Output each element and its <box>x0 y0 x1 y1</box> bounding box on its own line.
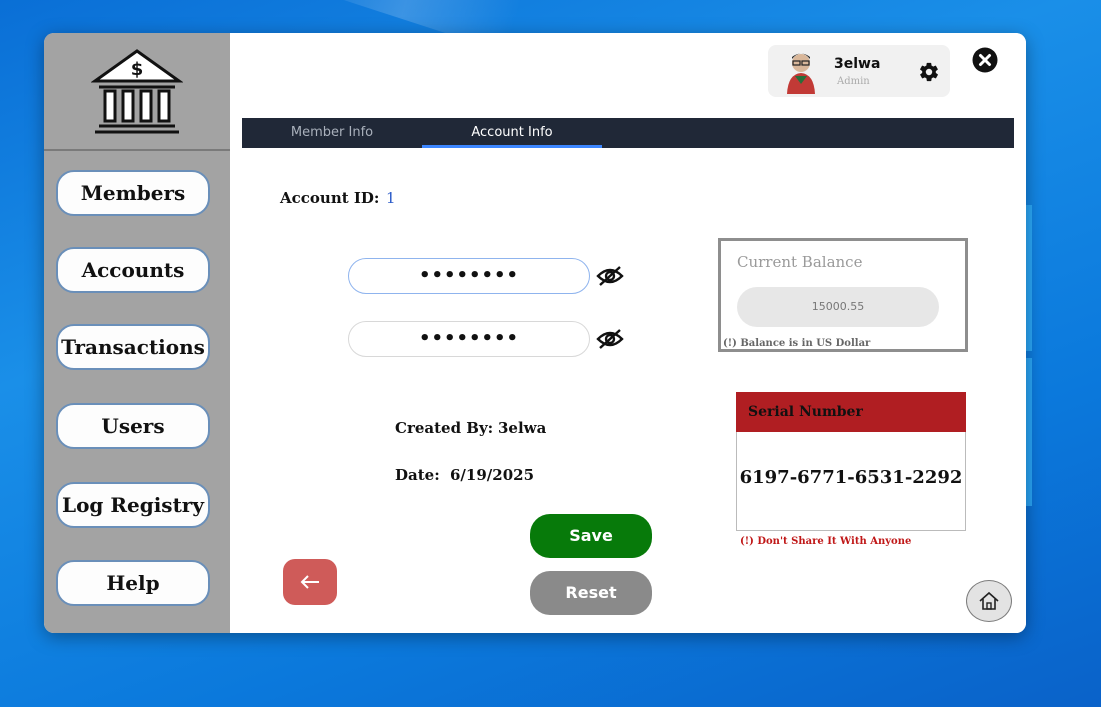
nav-help-button[interactable]: Help <box>56 560 210 606</box>
nav-log-registry-button[interactable]: Log Registry <box>56 482 210 528</box>
reset-button[interactable]: Reset <box>530 571 652 615</box>
date-label: Date: <box>395 466 440 484</box>
bank-icon: $ <box>91 49 183 134</box>
balance-field: 15000.55 <box>737 287 939 327</box>
serial-warning: (!) Don't Share It With Anyone <box>740 536 912 547</box>
account-id-label: Account ID: <box>280 189 380 207</box>
confirm-password-field[interactable]: •••••••• <box>348 321 590 357</box>
nav-accounts-button[interactable]: Accounts <box>56 247 210 293</box>
user-role: Admin <box>837 76 870 87</box>
arrow-left-icon <box>300 575 319 589</box>
user-name: 3elwa <box>834 56 881 72</box>
created-by-value: 3elwa <box>498 419 547 437</box>
avatar <box>784 50 818 94</box>
app-window: $ Members Accounts Transactions Users Lo… <box>44 33 1026 633</box>
logo-area: $ <box>44 33 230 151</box>
nav-transactions-button[interactable]: Transactions <box>56 324 210 370</box>
balance-note: (!) Balance is in US Dollar <box>723 338 871 349</box>
save-button[interactable]: Save <box>530 514 652 558</box>
svg-text:$: $ <box>131 59 144 80</box>
current-balance-panel: Current Balance 15000.55 (!) Balance is … <box>718 238 968 352</box>
home-icon <box>979 591 999 610</box>
account-id-value: 1 <box>386 189 396 207</box>
back-button[interactable] <box>283 559 337 605</box>
eye-slash-icon[interactable] <box>596 328 624 350</box>
nav-users-button[interactable]: Users <box>56 403 210 449</box>
eye-slash-icon[interactable] <box>596 265 624 287</box>
home-button[interactable] <box>966 580 1012 622</box>
balance-title: Current Balance <box>737 253 863 271</box>
password-field[interactable]: •••••••• <box>348 258 590 294</box>
tab-bar: Member Info Account Info <box>242 118 1014 148</box>
nav-members-button[interactable]: Members <box>56 170 210 216</box>
created-by-label: Created By: <box>395 419 494 437</box>
user-card: 3elwa Admin <box>768 45 950 97</box>
serial-number-value: 6197-6771-6531-2292 <box>739 467 963 488</box>
tab-account-info[interactable]: Account Info <box>422 118 602 148</box>
serial-header: Serial Number <box>736 392 966 432</box>
gear-icon[interactable] <box>918 61 940 83</box>
date-value: 6/19/2025 <box>450 466 535 484</box>
sidebar: $ Members Accounts Transactions Users Lo… <box>44 33 230 633</box>
tab-member-info[interactable]: Member Info <box>242 118 422 148</box>
main-panel: 3elwa Admin Member Info Account Info Acc… <box>230 33 1026 633</box>
close-icon[interactable] <box>972 47 998 73</box>
serial-number-panel: Serial Number 6197-6771-6531-2292 <box>736 392 966 531</box>
